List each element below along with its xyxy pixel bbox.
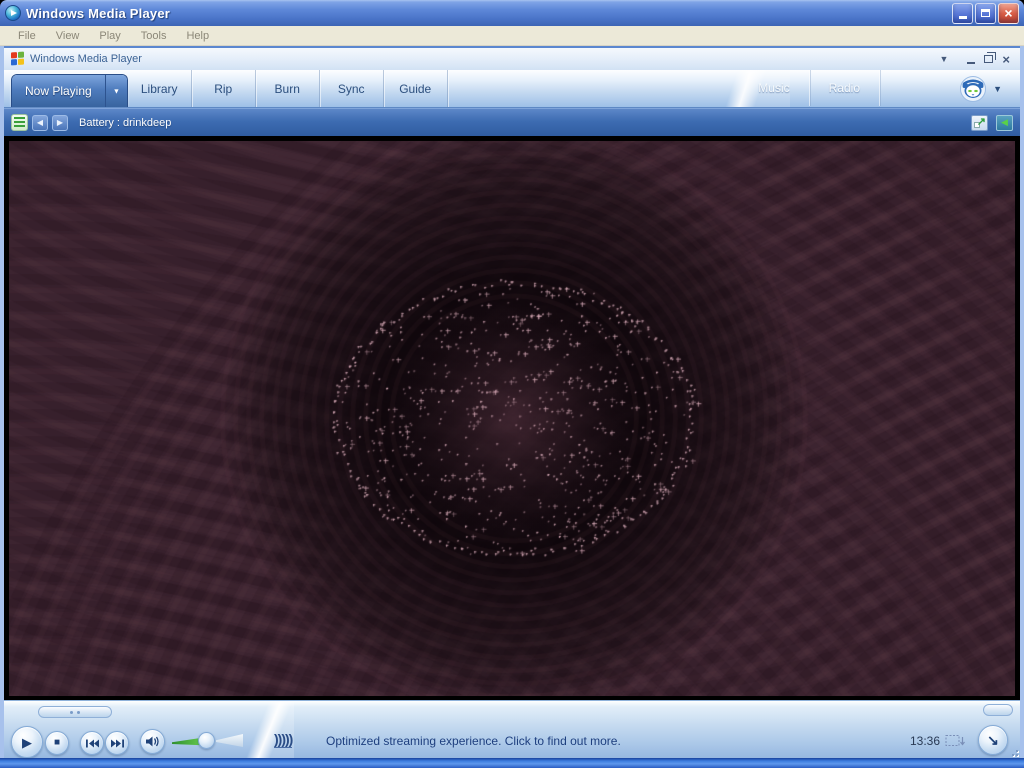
store-dropdown-chevron-icon[interactable]: ▼ [993,84,1002,94]
now-playing-info-bar: ◀ ▶ Battery : drinkdeep ◀ [4,108,1020,136]
music-store-control: ▼ [959,75,1002,103]
wmp-window: Windows Media Player × File View Play To… [0,0,1024,768]
xp-titlebar[interactable]: Windows Media Player × [0,0,1024,26]
next-button[interactable] [105,731,129,755]
volume-track-remainder[interactable] [216,734,243,747]
menu-item-tools[interactable]: Tools [131,30,177,42]
fullscreen-button[interactable] [971,115,988,131]
arrow-left-icon: ◀ [37,118,43,127]
previous-icon [86,739,99,748]
previous-button[interactable] [80,731,104,755]
previous-visualization-button[interactable]: ◀ [32,115,48,131]
stop-button[interactable]: ■ [45,731,69,755]
minimize-button[interactable] [952,3,973,24]
tab-now-playing[interactable]: Now Playing ▼ [11,74,128,107]
next-icon [111,739,124,748]
wmp-inner-titlebar[interactable]: Windows Media Player ▼ × [4,46,1020,70]
close-icon: × [1004,6,1012,20]
arrow-down-right-icon: ↘ [987,733,999,747]
streaming-waves-icon: ))))) [274,732,292,748]
wmp-inner-controls: ▼ × [939,53,1013,66]
inner-minimize-button[interactable] [967,62,975,64]
stop-icon: ■ [54,738,60,748]
visualization-title: Battery : drinkdeep [79,117,963,129]
close-button[interactable]: × [998,3,1019,24]
service-tabs: Music Radio [739,70,880,106]
menu-item-play[interactable]: Play [89,30,130,42]
select-visualization-button[interactable] [11,114,28,131]
battery-visualization-canvas[interactable] [9,141,1015,696]
wmp-tab-bar: Now Playing ▼ Library Rip Burn Sync Guid… [4,70,1020,108]
playlist-bars-icon [14,117,25,128]
play-icon: ▶ [22,736,32,749]
inner-close-button[interactable]: × [1002,53,1010,66]
time-display-mode-icon[interactable] [945,734,967,747]
tab-rip[interactable]: Rip [192,70,256,107]
transport-control-bar: ▶ ■ ))))) Optimized streaming experience… [4,700,1020,758]
napster-cat-logo-icon[interactable] [959,75,987,103]
seek-slider-end-cap [983,704,1013,716]
wmp-app-body: Windows Media Player ▼ × Now Playing ▼ L… [0,46,1024,758]
options-chevron-icon[interactable]: ▼ [939,54,948,64]
tab-music[interactable]: Music [739,70,809,106]
mute-button[interactable] [140,729,165,754]
arrow-left-green-icon: ◀ [1001,117,1008,128]
visualization-pane[interactable] [4,136,1020,700]
xp-window-title: Windows Media Player [26,6,947,21]
inner-restore-button[interactable] [984,55,993,63]
volume-slider-thumb[interactable] [198,732,215,749]
speaker-icon [146,736,159,747]
tab-guide[interactable]: Guide [384,70,448,107]
xp-window-buttons: × [952,3,1019,24]
play-button[interactable]: ▶ [11,726,43,758]
menu-item-file[interactable]: File [8,30,46,42]
tab-radio[interactable]: Radio [810,70,880,106]
tab-now-playing-label[interactable]: Now Playing [12,75,105,107]
menu-bar: File View Play Tools Help [0,26,1024,46]
next-visualization-button[interactable]: ▶ [52,115,68,131]
restore-button[interactable] [975,3,996,24]
maximize-video-pane-button[interactable]: ◀ [996,115,1013,131]
minimize-icon [959,16,967,19]
switch-to-skin-mode-button[interactable]: ↘ [978,725,1008,755]
seek-slider-thumb[interactable] [38,706,112,718]
wmp-inner-title: Windows Media Player [30,53,934,65]
arrow-right-icon: ▶ [57,118,63,127]
xp-bottom-border [0,758,1024,768]
chevron-down-icon: ▼ [113,87,120,95]
tab-library[interactable]: Library [128,70,192,107]
restore-icon [981,9,990,17]
windows-flag-icon [11,52,25,67]
now-playing-dropdown-button[interactable]: ▼ [105,75,127,107]
elapsed-time: 13:36 [910,734,940,748]
tab-burn[interactable]: Burn [256,70,320,107]
menu-item-help[interactable]: Help [176,30,219,42]
resize-grip[interactable] [1008,746,1018,756]
status-message-link[interactable]: Optimized streaming experience. Click to… [326,734,621,748]
controlbar-swoosh [242,701,294,758]
tab-sync[interactable]: Sync [320,70,384,107]
wmp-app-icon [5,5,21,21]
menu-item-view[interactable]: View [46,30,90,42]
